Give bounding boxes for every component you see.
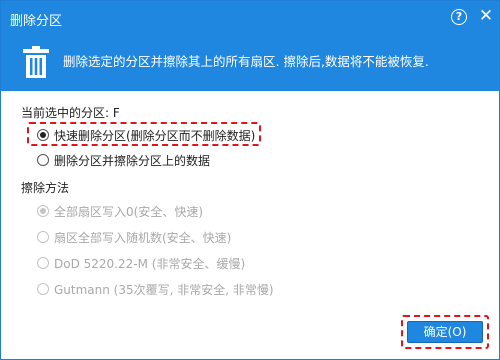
- info-banner: 删除选定的分区并擦除其上的所有扇区. 擦除后,数据将不能被恢复.: [1, 35, 499, 91]
- radio-button[interactable]: [37, 283, 49, 295]
- delete-partition-dialog: 删除分区 ? ✕ 删除选定的分区并擦除其上的所有扇区. 擦除后,数据将不能被恢复…: [0, 0, 500, 360]
- wipe-method-label: 擦除方法: [21, 181, 70, 195]
- radio-button[interactable]: [37, 205, 49, 217]
- radio-wipe-random[interactable]: 扇区全部写入随机数(安全、快速): [37, 228, 231, 246]
- radio-delete-and-wipe[interactable]: 删除分区并擦除分区上的数据: [37, 151, 210, 169]
- radio-label: 删除分区并擦除分区上的数据: [54, 153, 211, 168]
- radio-button[interactable]: [37, 129, 49, 141]
- radio-wipe-gutmann[interactable]: Gutmann (35次覆写, 非常安全, 非常慢): [37, 280, 274, 298]
- title-bar: 删除分区 ? ✕: [1, 1, 499, 35]
- radio-wipe-zero[interactable]: 全部扇区写入0(安全、快速): [37, 202, 203, 220]
- close-button[interactable]: ✕: [477, 6, 495, 26]
- radio-quick-delete[interactable]: 快速删除分区(删除分区而不删除数据): [37, 126, 255, 144]
- radio-button[interactable]: [37, 257, 49, 269]
- help-button[interactable]: ?: [451, 9, 467, 25]
- radio-button[interactable]: [37, 154, 49, 166]
- radio-wipe-dod[interactable]: DoD 5220.22-M (非常安全、缓慢): [37, 254, 245, 272]
- ok-button[interactable]: 确定(O): [407, 321, 483, 343]
- radio-label: 快速删除分区(删除分区而不删除数据): [54, 128, 256, 143]
- radio-button[interactable]: [37, 231, 49, 243]
- trash-icon: [23, 46, 49, 78]
- radio-label: Gutmann (35次覆写, 非常安全, 非常慢): [54, 282, 274, 297]
- banner-description: 删除选定的分区并擦除其上的所有扇区. 擦除后,数据将不能被恢复.: [63, 54, 429, 69]
- radio-label: DoD 5220.22-M (非常安全、缓慢): [54, 256, 246, 271]
- window-title: 删除分区: [10, 14, 63, 29]
- radio-label: 全部扇区写入0(安全、快速): [54, 204, 203, 219]
- selected-partition-label: 当前选中的分区: F: [21, 106, 120, 120]
- radio-label: 扇区全部写入随机数(安全、快速): [54, 230, 232, 245]
